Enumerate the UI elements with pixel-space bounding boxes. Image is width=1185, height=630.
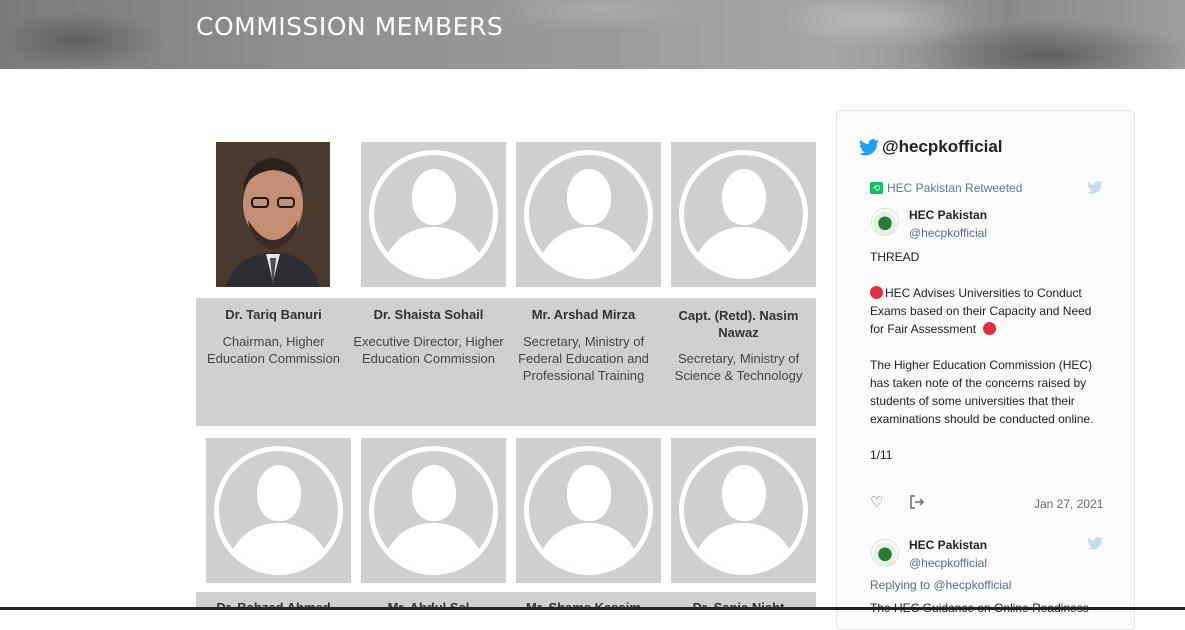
twitter-timeline-widget[interactable]: @hecpkofficial ⟲ HEC Pakistan Retweeted …	[836, 110, 1135, 630]
avatar-placeholder-icon	[214, 446, 343, 575]
avatar[interactable]	[871, 539, 899, 567]
member-photo-placeholder[interactable]	[671, 142, 816, 287]
twitter-header[interactable]: @hecpkofficial	[859, 137, 1003, 157]
avatar-placeholder-icon	[679, 446, 808, 575]
member-photo-placeholder[interactable]	[671, 438, 816, 583]
page-banner: COMMISSION MEMBERS	[0, 0, 1185, 69]
twitter-handle[interactable]: @hecpkofficial	[882, 137, 1003, 157]
member-name[interactable]: Capt. (Retd). Nasim Nawaz	[661, 307, 816, 341]
member-role: Chairman, Higher Education Commission	[207, 334, 340, 366]
retweet-icon: ⟲	[870, 182, 883, 194]
twitter-bird-icon[interactable]	[1087, 537, 1103, 550]
avatar[interactable]	[871, 208, 899, 236]
twitter-bird-icon[interactable]	[1087, 181, 1103, 194]
tweet-text: The Higher Education Commission (HEC) ha…	[870, 358, 1094, 426]
retweet-label: HEC Pakistan Retweeted	[887, 181, 1023, 195]
member-role: Secretary, Ministry of Federal Education…	[518, 334, 649, 383]
retweet-indicator: ⟲ HEC Pakistan Retweeted	[870, 181, 1022, 195]
tweet-author-handle[interactable]: @hecpkofficial	[909, 226, 987, 240]
tweet-author-name[interactable]: HEC Pakistan	[909, 208, 987, 222]
heart-icon[interactable]: ♡	[870, 493, 883, 511]
red-circle-emoji-icon	[870, 286, 883, 299]
member-photo-placeholder[interactable]	[206, 438, 351, 583]
member-photo[interactable]	[216, 142, 330, 287]
avatar-placeholder-icon	[524, 446, 653, 575]
avatar-placeholder-icon	[679, 150, 808, 279]
page-title: COMMISSION MEMBERS	[196, 12, 504, 41]
member-photo-placeholder[interactable]	[516, 142, 661, 287]
tweet-author-name[interactable]: HEC Pakistan	[909, 538, 987, 552]
tweet-text-headline: HEC Advises Universities to Conduct Exam…	[870, 286, 1092, 336]
twitter-bird-icon	[859, 138, 879, 155]
tweet-text: THREAD	[870, 250, 920, 264]
portrait-image	[216, 142, 330, 287]
avatar-placeholder-icon	[369, 150, 498, 279]
avatar-placeholder-icon	[369, 446, 498, 575]
member-name[interactable]: Dr. Tariq Banuri	[196, 307, 351, 322]
tweet-text: 1/11	[870, 448, 893, 462]
red-circle-emoji-icon	[983, 322, 997, 335]
member-name[interactable]: Mr. Arshad Mirza	[506, 307, 661, 322]
replying-to-label[interactable]: Replying to @hecpkofficial	[870, 578, 1011, 592]
member-photo-placeholder[interactable]	[361, 142, 506, 287]
member-role: Secretary, Ministry of Science & Technol…	[674, 351, 803, 383]
member-photo-placeholder[interactable]	[516, 438, 661, 583]
share-icon[interactable]	[909, 495, 925, 509]
tweet-date[interactable]: Jan 27, 2021	[1034, 497, 1103, 511]
member-photo-placeholder[interactable]	[361, 438, 506, 583]
tweet-author-handle[interactable]: @hecpkofficial	[909, 556, 987, 570]
avatar-placeholder-icon	[524, 150, 653, 279]
member-name[interactable]: Dr. Shaista Sohail	[351, 307, 506, 322]
member-role: Executive Director, Higher Education Com…	[353, 334, 504, 366]
